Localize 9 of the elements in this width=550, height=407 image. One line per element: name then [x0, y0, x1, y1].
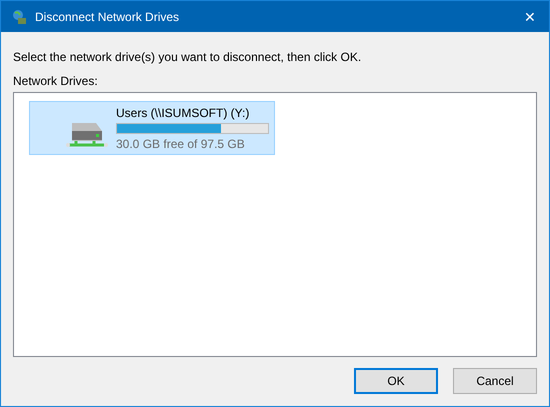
drive-item[interactable]: Users (\\ISUMSOFT) (Y:) 30.0 GB free of 97.5 GB	[29, 101, 275, 155]
list-label: Network Drives:	[13, 74, 99, 88]
window-title: Disconnect Network Drives	[35, 10, 180, 24]
cancel-button[interactable]: Cancel	[453, 368, 537, 394]
instruction-text: Select the network drive(s) you want to disconnect, then click OK.	[13, 50, 362, 64]
free-space-text: 30.0 GB free of 97.5 GB	[116, 136, 246, 150]
close-button[interactable]: ✕	[515, 1, 545, 32]
ok-button[interactable]: OK	[354, 368, 438, 394]
drive-name: Users (\\ISUMSOFT) (Y:)	[116, 106, 250, 120]
